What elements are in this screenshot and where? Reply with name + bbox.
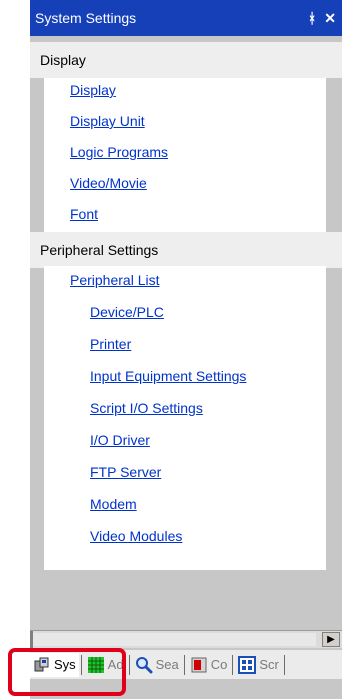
display-unit-link[interactable]: Display Unit (70, 113, 145, 129)
input-equipment-settings-link[interactable]: Input Equipment Settings (90, 368, 246, 384)
tab-separator (283, 654, 285, 675)
io-driver-link[interactable]: I/O Driver (90, 432, 150, 448)
font-link[interactable]: Font (70, 206, 98, 222)
pin-icon[interactable]: ᚼ (308, 10, 316, 26)
display-group-header: Display (30, 42, 342, 78)
scroll-right-button[interactable]: ▶ (322, 632, 340, 647)
display-link[interactable]: Display (70, 82, 116, 98)
tab-label: Ad (107, 657, 124, 672)
peripheral-list-link[interactable]: Peripheral List (70, 272, 160, 288)
video-movie-link[interactable]: Video/Movie (70, 175, 147, 191)
title-controls: ᚼ ✕ (308, 10, 336, 27)
device-plc-link[interactable]: Device/PLC (90, 304, 164, 320)
tab-separator (232, 654, 234, 675)
tab-address[interactable]: Ad (84, 653, 127, 677)
horizontal-scrollbar[interactable]: ▶ (30, 630, 342, 648)
peripheral-group-header: Peripheral Settings (30, 232, 342, 268)
video-modules-link[interactable]: Video Modules (90, 528, 182, 544)
tab-screen-list[interactable]: Scr (235, 653, 282, 677)
close-icon[interactable]: ✕ (324, 10, 336, 27)
tab-common[interactable]: Co (187, 653, 231, 677)
tab-label: Scr (259, 657, 279, 672)
address-grid-icon (87, 656, 105, 674)
tab-separator (128, 654, 130, 675)
ftp-server-link[interactable]: FTP Server (90, 464, 161, 480)
tab-separator (80, 654, 82, 675)
tab-separator (183, 654, 185, 675)
tab-label: Co (210, 657, 228, 672)
printer-link[interactable]: Printer (90, 336, 131, 352)
search-icon (135, 656, 153, 674)
panel-title: System Settings (35, 10, 137, 26)
common-settings-icon (190, 656, 208, 674)
script-io-settings-link[interactable]: Script I/O Settings (90, 400, 203, 416)
system-settings-panel: System Settings ᚼ ✕ Display Display Disp… (30, 0, 342, 699)
tab-system-settings[interactable]: Sys (30, 652, 79, 677)
panel-tab-bar: Sys Ad Sea Co Scr (30, 650, 342, 679)
logic-programs-link[interactable]: Logic Programs (70, 144, 168, 160)
display-group-box: Display Display Unit Logic Programs Vide… (44, 78, 326, 232)
settings-content: Display Display Display Unit Logic Progr… (30, 36, 342, 630)
screen-list-icon (238, 655, 257, 674)
tab-label: Sys (54, 657, 76, 672)
tab-label: Sea (155, 657, 179, 672)
title-bar: System Settings ᚼ ✕ (30, 0, 342, 36)
system-settings-icon (33, 656, 51, 674)
peripheral-group-box: Peripheral List Device/PLC Printer Input… (44, 266, 326, 570)
tab-search[interactable]: Sea (132, 653, 182, 677)
scrollbar-track[interactable] (33, 633, 316, 646)
modem-link[interactable]: Modem (90, 496, 137, 512)
chevron-right-icon: ▶ (327, 634, 335, 645)
